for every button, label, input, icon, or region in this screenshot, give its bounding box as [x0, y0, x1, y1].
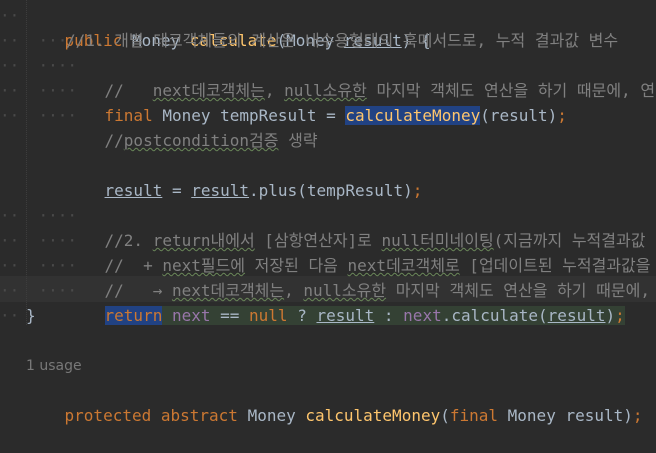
- comment-line[interactable]: //postcondition검증 생략: [66, 103, 318, 150]
- code-text: .calculate(: [441, 306, 548, 325]
- field-next[interactable]: next: [403, 306, 442, 325]
- return-line[interactable]: return next == null ? result : next.calc…: [66, 278, 625, 325]
- field-next[interactable]: next: [172, 306, 211, 325]
- assignment-line[interactable]: result = result.plus(tempResult);: [66, 153, 423, 200]
- comment-text: //: [104, 131, 124, 150]
- keyword-null: null: [249, 306, 288, 325]
- semicolon: ;: [557, 106, 567, 125]
- code-text: ==: [210, 306, 250, 325]
- abstract-method-line[interactable]: protected abstract Money calculateMoney(…: [26, 378, 643, 425]
- whitespace-marker: ··: [0, 306, 20, 325]
- code-text: =: [316, 106, 346, 125]
- code-text: :: [374, 306, 404, 325]
- typo-word: postcondition검증: [123, 131, 279, 150]
- semicolon: ;: [632, 406, 643, 425]
- code-text: Money result): [507, 406, 633, 425]
- type-name: Money: [247, 406, 306, 425]
- variable-result[interactable]: result: [105, 181, 163, 200]
- return-keyword[interactable]: return: [104, 306, 163, 325]
- code-text: =: [162, 181, 192, 200]
- variable-result[interactable]: result: [548, 306, 606, 325]
- method-signature-line[interactable]: public Money calculate(Money result) {: [26, 3, 431, 50]
- code-text: .plus(tempResult): [249, 181, 413, 200]
- code-text: (: [440, 406, 450, 425]
- comment-line[interactable]: // → next데코객체는, null소유한 마지막 객체도 연산을 하기 때…: [66, 253, 650, 300]
- variable-result[interactable]: result: [316, 306, 374, 325]
- whitespace-marker: ··: [0, 6, 20, 25]
- comment-line[interactable]: // + next필드에 저장된 다음 next데코객체로 [업데이트된 누적결…: [66, 228, 651, 275]
- comment-text: 생략: [278, 131, 318, 150]
- code-text: (result): [480, 106, 558, 125]
- declaration-line[interactable]: final Money tempResult = calculateMoney(…: [66, 78, 567, 125]
- comment-line[interactable]: // next데코객체는, null소유한 마지막 객체도 연산을 하기 때문에…: [66, 53, 656, 100]
- comment-line[interactable]: //2. return내에서 [삼항연산자]로 null터미네이팅(지금까지 누…: [66, 203, 646, 250]
- keyword: protected abstract: [64, 406, 248, 425]
- keyword: final: [449, 406, 508, 425]
- code-text: ?: [287, 306, 317, 325]
- code-editor[interactable]: ·· public Money calculate(Money result) …: [0, 0, 656, 440]
- code-text: ): [605, 306, 616, 325]
- variable-result[interactable]: result: [191, 181, 249, 200]
- selected-method-call[interactable]: calculateMoney: [345, 106, 481, 125]
- closing-brace-line[interactable]: }: [26, 303, 36, 328]
- method-name[interactable]: calculateMoney: [305, 406, 440, 425]
- semicolon: ;: [615, 306, 625, 325]
- usage-hint[interactable]: 1 usage: [26, 355, 82, 377]
- comment-line[interactable]: //1. 개별 데코객체들의 계산은 내수용형태의 훅메서드로, 누적 결과값 …: [66, 28, 618, 53]
- semicolon: ;: [412, 181, 423, 200]
